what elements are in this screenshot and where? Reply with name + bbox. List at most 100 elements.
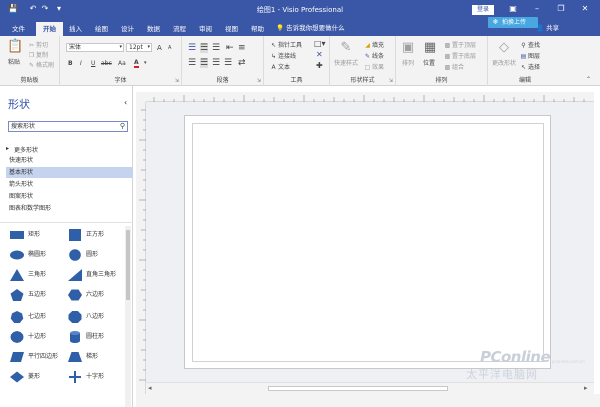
tab-view[interactable]: 视图 [225, 23, 238, 36]
share-button[interactable]: 👤 共享 [536, 22, 559, 35]
shape-styles-launcher-icon[interactable]: ⇲ [389, 78, 393, 84]
tab-design[interactable]: 设计 [121, 23, 134, 36]
text-tool-button[interactable]: A 文本 [270, 62, 290, 71]
shape-label: 十字形 [86, 373, 105, 380]
login-button[interactable]: 登录 [472, 5, 494, 15]
bold-button[interactable]: B [68, 60, 73, 67]
close-tool-icon[interactable]: ✕ [316, 50, 323, 59]
stencil-quick-shapes[interactable]: 快速形状 [6, 155, 133, 166]
group-icon: ▩ [444, 64, 451, 71]
tab-process[interactable]: 流程 [173, 23, 186, 36]
connector-icon: ↳ [270, 53, 277, 60]
ribbon-display-icon[interactable]: ▣ [506, 3, 520, 15]
tab-help[interactable]: 帮助 [251, 23, 264, 36]
scrollbar-thumb[interactable] [126, 230, 130, 300]
paste-button[interactable]: 粘贴 [8, 57, 20, 66]
drawing-page[interactable] [184, 115, 551, 369]
align-bottom-icon[interactable]: ☰ [212, 43, 220, 53]
drawing-canvas[interactable] [146, 102, 594, 382]
horizontal-ruler[interactable] [146, 92, 594, 102]
connector-button[interactable]: ↳ 连接线 [270, 51, 296, 60]
shapes-scrollbar[interactable] [125, 226, 131, 407]
bring-front-button[interactable]: ▩ 置于顶层 [444, 40, 476, 49]
text-tool-label: 文本 [278, 64, 291, 71]
font-size-combo[interactable]: 12pt ▾ [126, 43, 152, 52]
tab-file[interactable]: 文件 [12, 23, 25, 36]
search-icon[interactable]: ⚲ [120, 122, 125, 131]
maximize-icon[interactable]: ❐ [554, 3, 568, 15]
bullets-icon[interactable]: ≡ [238, 43, 246, 53]
paragraph-group: ☰ ☰ ☰ ⇤ ≡ ☰ ☰ ☰ ☰ ⇄ 段落 ⇲ [182, 36, 264, 86]
italic-button[interactable]: I [80, 60, 82, 67]
upload-overlay-button[interactable]: ❄ 拍换上传 [488, 17, 538, 28]
fill-button[interactable]: ◢ 填充 [364, 40, 384, 49]
stencil-basic-shapes[interactable]: 基本形状 [6, 167, 133, 178]
align-center-icon[interactable]: ☰ [200, 58, 209, 68]
cut-button[interactable]: ✂ 剪切 [28, 40, 48, 49]
stencil-charts-math[interactable]: 图表和数学图形 [6, 203, 133, 214]
stencil-arrow-shapes[interactable]: 箭头形状 [6, 179, 133, 190]
more-shapes-item[interactable]: ▸ 更多形状 [6, 145, 38, 154]
underline-button[interactable]: U [91, 60, 95, 67]
align-right-icon[interactable]: ☰ [212, 58, 220, 68]
tab-home[interactable]: 开始 [36, 22, 63, 36]
connection-point-icon[interactable]: ✚ [316, 61, 323, 70]
change-shape-button[interactable]: 更改形状 [492, 58, 516, 67]
align-left-icon[interactable]: ☰ [188, 58, 196, 68]
tab-draw[interactable]: 绘图 [95, 23, 108, 36]
font-launcher-icon[interactable]: ⇲ [175, 78, 179, 84]
scrollbar-thumb[interactable] [268, 386, 448, 391]
align-top-icon[interactable]: ☰ [188, 43, 196, 53]
grow-font-button[interactable]: A [157, 44, 162, 52]
align-middle-icon[interactable]: ☰ [200, 43, 209, 53]
layers-button[interactable]: ▤ 图层 [520, 51, 540, 60]
strikethrough-button[interactable]: abc [101, 60, 112, 67]
font-group-label: 字体 [114, 77, 127, 84]
text-direction-icon[interactable]: ⇄ [238, 58, 246, 68]
collapse-pane-icon[interactable]: ‹ [124, 98, 127, 107]
format-painter-button[interactable]: ✎ 格式刷 [28, 60, 54, 69]
tab-review[interactable]: 审阅 [199, 23, 212, 36]
search-placeholder: 搜索形状 [11, 123, 36, 130]
bring-front-icon: ▩ [444, 42, 451, 49]
font-name-combo[interactable]: 宋体 ▾ [66, 43, 124, 52]
shrink-font-button[interactable]: A [168, 45, 171, 51]
group-button[interactable]: ▩ 组合 [444, 62, 464, 71]
select-button[interactable]: ↖ 选择 [520, 62, 540, 71]
change-case-button[interactable]: Aa [118, 60, 126, 67]
tab-insert[interactable]: 插入 [69, 23, 82, 36]
font-name-value: 宋体 [69, 44, 82, 51]
justify-icon[interactable]: ☰ [224, 58, 232, 68]
font-color-button[interactable]: A [134, 59, 139, 68]
minimize-icon[interactable]: – [530, 3, 544, 15]
find-button[interactable]: ⚲ 查找 [520, 40, 540, 49]
send-back-button[interactable]: ▩ 置于底层 [444, 51, 476, 60]
collapse-ribbon-icon[interactable]: ⌃ [586, 76, 591, 83]
quick-styles-button[interactable]: 快速样式 [334, 58, 358, 67]
tab-data[interactable]: 数据 [147, 23, 160, 36]
position-button[interactable]: 位置 [423, 58, 435, 67]
line-button[interactable]: ✎ 线条 [364, 51, 384, 60]
heptagon-icon [10, 311, 24, 323]
effects-label: 效果 [372, 64, 385, 71]
shapes-pane: 形状 ‹ 搜索形状 ⚲ ▸ 更多形状 快速形状 基本形状 箭头形状 图案形状 图表… [0, 86, 133, 407]
bring-front-label: 置于顶层 [452, 42, 477, 49]
horizontal-scrollbar[interactable]: ◂ ▸ [146, 382, 594, 394]
paragraph-launcher-icon[interactable]: ⇲ [257, 78, 261, 84]
chevron-down-icon[interactable]: ▾ [144, 60, 147, 66]
vertical-ruler[interactable] [136, 102, 146, 394]
pointer-tool-button[interactable]: ↖ 指针工具 [270, 40, 302, 49]
search-shapes-input[interactable]: 搜索形状 ⚲ [8, 121, 128, 132]
stencil-pattern-shapes[interactable]: 图案形状 [6, 191, 133, 202]
rectangle-tool-icon[interactable]: □▾ [314, 39, 326, 48]
effects-button[interactable]: □ 效果 [364, 62, 384, 71]
scroll-right-icon[interactable]: ▸ [584, 384, 588, 392]
scroll-left-icon[interactable]: ◂ [148, 384, 152, 392]
shape-label: 八边形 [86, 313, 105, 320]
tell-me-box[interactable]: 💡 告诉我你想要做什么 [276, 22, 345, 35]
indent-decrease-icon[interactable]: ⇤ [226, 43, 234, 53]
close-icon[interactable]: ✕ [578, 3, 592, 15]
font-size-value: 12pt [129, 44, 143, 51]
copy-button[interactable]: ❐ 复制 [28, 50, 48, 59]
arrange-button[interactable]: 排列 [402, 58, 414, 67]
